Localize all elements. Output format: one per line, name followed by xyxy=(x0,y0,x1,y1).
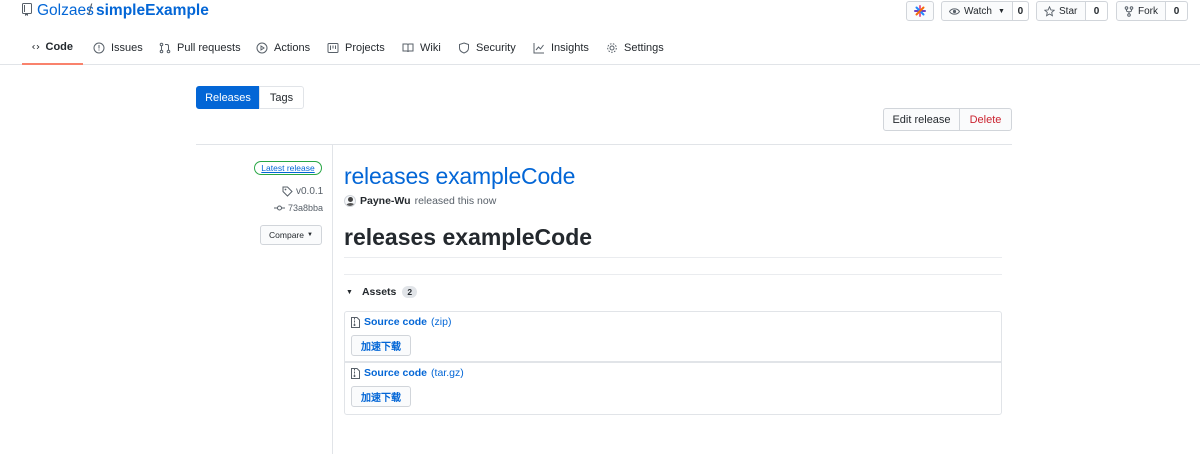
assets-toggle[interactable]: ▼ Assets 2 xyxy=(346,286,418,298)
star-icon xyxy=(1044,5,1055,17)
tag-icon xyxy=(282,186,293,197)
latest-release-badge[interactable]: Latest release xyxy=(254,161,322,175)
book-icon xyxy=(402,43,414,52)
tab-code[interactable]: Code xyxy=(22,30,83,65)
asset-name: Source code xyxy=(364,316,428,328)
release-body-heading: releases exampleCode xyxy=(344,224,593,250)
released-text: released this now xyxy=(414,195,497,207)
tab-insights-label: Insights xyxy=(551,41,589,54)
asset-item: Source code (tar.gz) 加速下载 xyxy=(344,362,1002,415)
file-zip-icon xyxy=(351,367,360,379)
asset-ext: (zip) xyxy=(431,316,452,328)
divider xyxy=(344,257,1002,258)
repo-owner-link[interactable]: Golzaes xyxy=(37,2,94,20)
tab-issues[interactable]: Issues xyxy=(93,30,143,65)
tab-projects[interactable]: Projects xyxy=(327,30,385,65)
tab-actions[interactable]: Actions xyxy=(256,30,310,65)
delete-release-button[interactable]: Delete xyxy=(959,108,1012,131)
tab-settings-label: Settings xyxy=(624,41,664,54)
fork-count[interactable]: 0 xyxy=(1165,2,1187,20)
commit-icon xyxy=(274,205,285,211)
app-button[interactable] xyxy=(906,1,934,21)
asset-item: Source code (zip) 加速下载 xyxy=(344,311,1002,362)
assets-count-badge: 2 xyxy=(402,286,418,298)
edit-release-button[interactable]: Edit release xyxy=(883,108,960,131)
release-title[interactable]: releases exampleCode xyxy=(344,163,575,190)
asset-ext: (tar.gz) xyxy=(431,367,464,379)
star-label: Star xyxy=(1059,5,1078,17)
repo-tabbar: Code Issues Pull requests Actions Projec… xyxy=(0,30,1200,65)
watch-label: Watch xyxy=(964,5,992,17)
tab-pull-requests-label: Pull requests xyxy=(177,41,241,54)
accelerated-download-button[interactable]: 加速下载 xyxy=(351,335,411,356)
pull-request-icon xyxy=(159,42,171,53)
play-icon xyxy=(256,42,268,53)
tab-actions-label: Actions xyxy=(274,41,311,54)
release-tag-label: v0.0.1 xyxy=(296,186,324,197)
fork-button[interactable]: Fork 0 xyxy=(1116,1,1188,21)
tab-security[interactable]: Security xyxy=(458,30,516,65)
asset-name: Source code xyxy=(364,367,428,379)
tab-settings[interactable]: Settings xyxy=(606,30,664,65)
watch-button[interactable]: Watch ▼ 0 xyxy=(941,1,1029,21)
release-commit-label: 73a8bba xyxy=(288,203,324,213)
caret-down-icon: ▼ xyxy=(346,288,353,296)
release-commit[interactable]: 73a8bba xyxy=(274,203,323,213)
subnav-tags[interactable]: Tags xyxy=(259,86,304,109)
code-icon xyxy=(32,44,40,49)
repo-icon xyxy=(22,3,32,16)
gear-icon xyxy=(607,42,617,53)
issue-icon xyxy=(93,42,105,53)
tab-wiki-label: Wiki xyxy=(420,41,441,54)
tab-security-label: Security xyxy=(476,41,516,54)
subnav-releases[interactable]: Releases xyxy=(196,86,260,109)
avatar[interactable] xyxy=(344,195,356,207)
release-author-row: Payne-Wu released this now xyxy=(344,195,496,207)
file-zip-icon xyxy=(351,316,360,328)
asset-link[interactable]: Source code (zip) xyxy=(351,316,451,328)
tab-issues-label: Issues xyxy=(111,41,143,54)
fork-icon xyxy=(1124,5,1134,17)
tab-insights[interactable]: Insights xyxy=(533,30,589,65)
watch-count[interactable]: 0 xyxy=(1011,2,1028,20)
asterisk-app-icon xyxy=(914,5,926,17)
tab-wiki[interactable]: Wiki xyxy=(402,30,441,65)
divider xyxy=(196,144,1012,145)
tab-code-label: Code xyxy=(45,40,74,53)
graph-icon xyxy=(533,42,544,53)
caret-down-icon: ▼ xyxy=(307,232,313,238)
repo-separator: / xyxy=(88,2,93,19)
fork-label: Fork xyxy=(1138,5,1158,17)
repo-name-link[interactable]: simpleExample xyxy=(96,2,209,20)
release-tag[interactable]: v0.0.1 xyxy=(282,186,323,197)
star-count[interactable]: 0 xyxy=(1085,2,1107,20)
eye-icon xyxy=(949,7,960,15)
compare-label: Compare xyxy=(269,230,304,240)
asset-link[interactable]: Source code (tar.gz) xyxy=(351,367,464,379)
timeline-line xyxy=(332,144,333,454)
project-icon xyxy=(327,42,339,53)
shield-icon xyxy=(459,41,469,54)
star-button[interactable]: Star 0 xyxy=(1036,1,1108,21)
tab-projects-label: Projects xyxy=(345,41,385,54)
author-name[interactable]: Payne-Wu xyxy=(360,195,411,207)
caret-down-icon: ▼ xyxy=(997,7,1005,15)
divider xyxy=(344,274,1002,275)
compare-button[interactable]: Compare ▼ xyxy=(260,225,322,245)
tab-pull-requests[interactable]: Pull requests xyxy=(159,30,241,65)
assets-label: Assets xyxy=(361,286,397,298)
accelerated-download-button[interactable]: 加速下载 xyxy=(351,386,411,407)
